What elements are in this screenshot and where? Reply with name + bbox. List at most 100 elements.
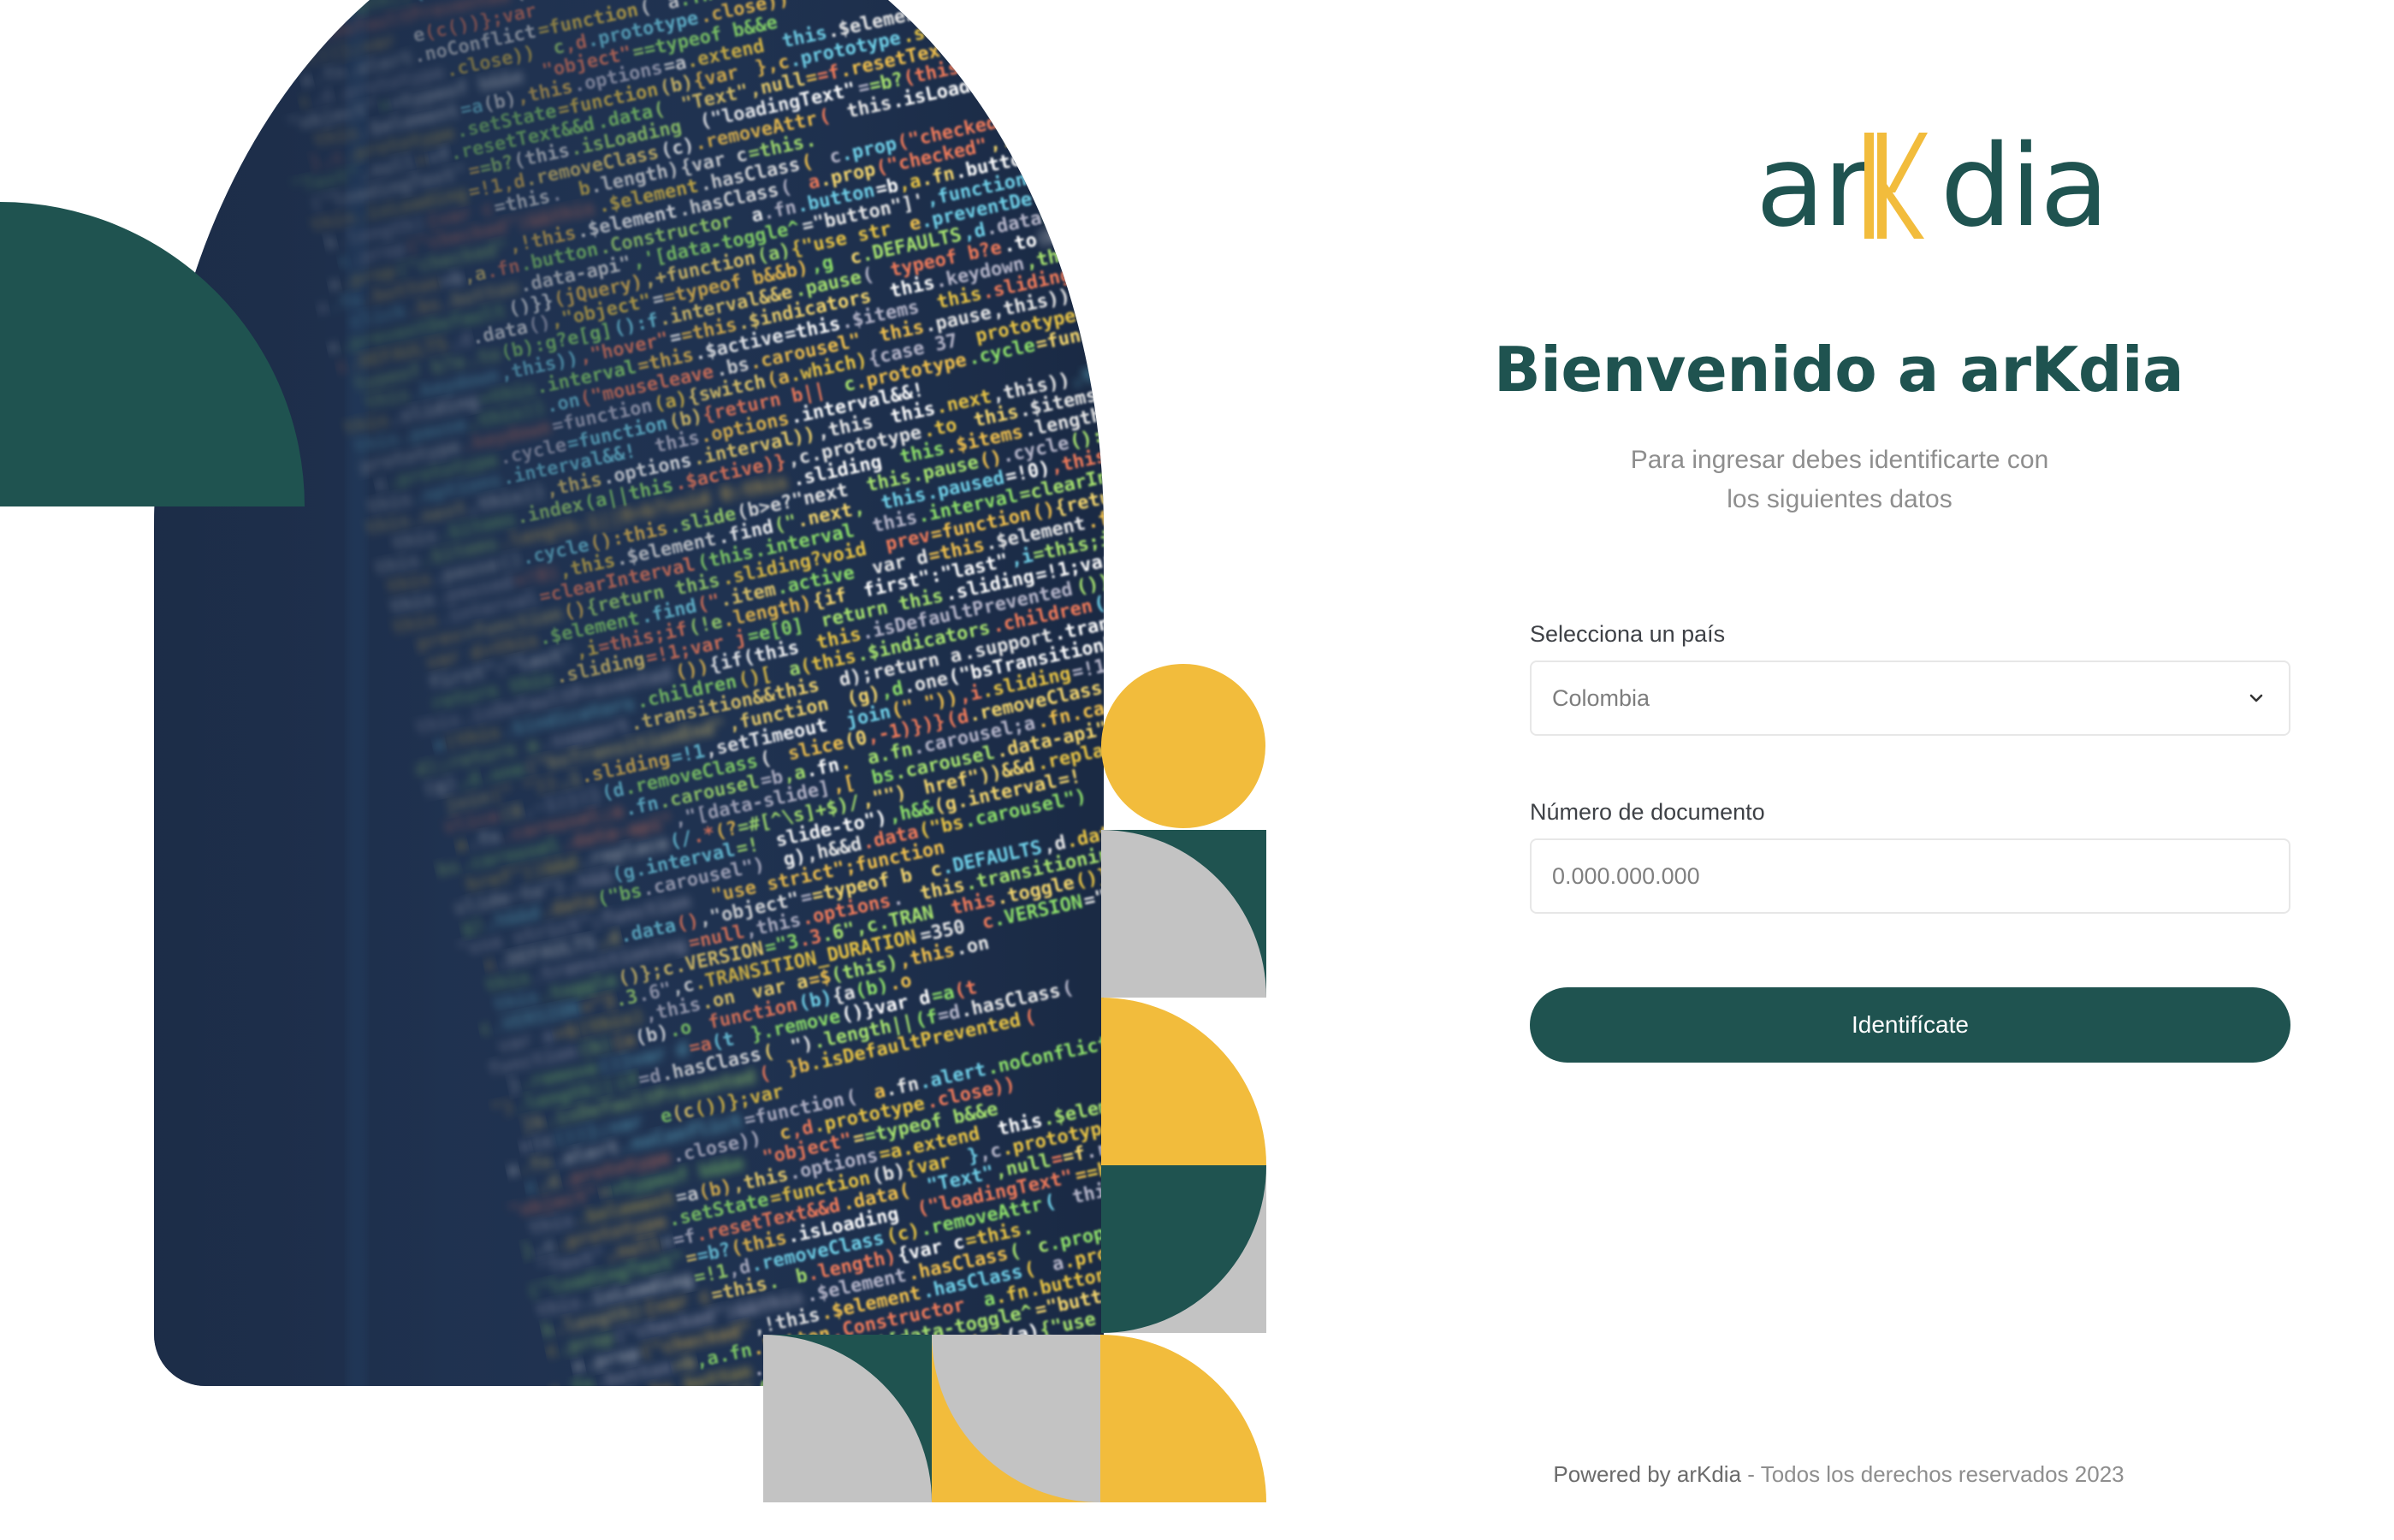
code-fragment: =e[0] xyxy=(1135,532,1195,565)
code-fragment: this xyxy=(578,1513,627,1540)
code-fragment: {return b|| xyxy=(1170,280,1283,327)
code-fragment: .sliding xyxy=(1227,1346,1283,1385)
code-fragment: typeof b?e xyxy=(573,1437,689,1482)
page-title: Bienvenido a arKdia xyxy=(1493,334,2184,406)
code-photo: var a=$(this),this.onvar a=$(this),this.… xyxy=(154,0,1283,1540)
code-fragment: .bs xyxy=(1099,145,1137,174)
code-fragment: .DEFAULTS xyxy=(581,1418,685,1460)
code-fragment: .data-api" xyxy=(1212,105,1283,150)
code-fragment: .Constructor xyxy=(1032,118,1170,168)
code-fragment: .data xyxy=(985,19,1045,51)
code-fragment: .$active)} xyxy=(1254,327,1283,371)
code-fragment: click xyxy=(1043,153,1103,186)
code-fragment: =typeof b&&b) xyxy=(1176,148,1283,199)
code-fragment: (!e xyxy=(1122,519,1159,548)
code-fragment: =this xyxy=(1205,203,1265,235)
code-fragment: prototype xyxy=(605,1517,709,1540)
code-fragment: .hasClass xyxy=(1157,78,1261,120)
code-fragment: {if xyxy=(1108,564,1146,592)
footer-separator: - xyxy=(1741,1461,1761,1487)
hero-illustration: var a=$(this),this.onvar a=$(this),this.… xyxy=(0,0,1283,1540)
code-fragment: .removeAttr xyxy=(1230,0,1283,41)
code-fragment: .$element xyxy=(1055,99,1159,141)
code-fragment: =this xyxy=(1229,218,1283,251)
code-fragment: =function xyxy=(1002,0,1106,27)
code-fragment: c xyxy=(570,1438,585,1461)
code-fragment: .carousel" xyxy=(1272,218,1283,263)
code-fragment: (c) xyxy=(1195,21,1233,49)
code-fragment: .$indicators xyxy=(1261,175,1283,224)
code-fragment: .data xyxy=(705,1401,765,1433)
code-fragment: () xyxy=(1276,1286,1283,1312)
code-fragment: .6" xyxy=(1277,822,1283,850)
code-fragment: (this xyxy=(1176,440,1236,472)
code-fragment: this xyxy=(572,1473,621,1503)
code-fragment: = xyxy=(1193,215,1208,238)
code-fragment: .pause xyxy=(624,1499,695,1534)
footer-powered-by: Powered by arKdia xyxy=(1553,1461,1742,1487)
code-fragment: ,this)) xyxy=(691,1483,773,1520)
code-fragment: .index xyxy=(1096,370,1167,406)
code-fragment: ():f xyxy=(1148,196,1197,226)
code-fragment: } xyxy=(281,0,297,12)
code-fragment: .to xyxy=(686,1430,724,1459)
code-fragment: ( xyxy=(1041,16,1057,39)
code-fragment: click xyxy=(1276,1237,1283,1270)
document-label: Número de documento xyxy=(1530,799,1765,825)
login-panel: arKdia Bienvenido a arKdia Para ingresar… xyxy=(1283,0,2394,1540)
code-fragment: .options xyxy=(1126,338,1219,377)
code-fragment: .button xyxy=(1134,129,1216,167)
code-fragment: (this xyxy=(1142,552,1202,584)
code-fragment: =typeof b xyxy=(1256,770,1283,812)
code-fragment: . xyxy=(1250,664,1265,687)
code-fragment: ("mouseleave xyxy=(1103,250,1241,299)
code-fragment: .length) xyxy=(1155,500,1248,539)
code-fragment: (a) xyxy=(1267,257,1283,285)
code-fragment: .interval&&! xyxy=(730,1525,868,1540)
code-fragment: .preventDefault xyxy=(586,1381,757,1437)
code-fragment: .options xyxy=(1255,1045,1283,1085)
code-fragment: ( xyxy=(1102,675,1117,698)
code-fragment: }b xyxy=(275,30,301,56)
code-fragment: .cycle xyxy=(709,1523,780,1540)
country-label: Selecciona un país xyxy=(1530,621,1726,647)
code-fragment: .interval xyxy=(1232,418,1283,460)
code-fragment: .keydown xyxy=(618,1454,711,1493)
code-fragment: click xyxy=(581,1384,641,1417)
code-fragment: (b):g?e[g] xyxy=(1035,206,1151,251)
code-fragment: .find xyxy=(1207,412,1267,445)
code-fragment: .isLoading xyxy=(957,33,1073,78)
code-fragment: ,"object" xyxy=(1063,181,1167,223)
code-fragment: ()}} xyxy=(1088,167,1137,197)
code-fragment: .Constructor xyxy=(1264,1202,1283,1252)
country-select[interactable]: Colombia xyxy=(1530,660,2290,736)
document-number-input[interactable] xyxy=(1530,838,2290,914)
code-fragment: e xyxy=(270,54,286,77)
logo-k-glyph xyxy=(1864,133,1928,239)
code-fragment: .item xyxy=(1164,484,1224,517)
code-fragment: (" xyxy=(1264,407,1283,433)
code-fragment: (b) xyxy=(950,0,987,16)
code-fragment: .hasClass xyxy=(1189,50,1283,92)
code-fragment: .$element xyxy=(1105,424,1210,466)
code-fragment: (" xyxy=(1141,496,1168,522)
arkdia-logo: arKdia xyxy=(1756,127,2109,246)
footer-rights: Todos los derechos reservados 2023 xyxy=(1760,1461,2124,1487)
code-fragment: ,"hover" xyxy=(1103,217,1196,257)
identify-button[interactable]: Identifícate xyxy=(1530,987,2290,1063)
code-fragment: .keydown xyxy=(706,1498,799,1537)
code-fragment: .sliding xyxy=(634,1472,727,1511)
code-fragment: ,this xyxy=(984,0,1044,9)
code-fragment: .slide xyxy=(1147,401,1218,436)
code-fragment: (b) xyxy=(1104,0,1141,5)
code-fragment: .sliding?void xyxy=(1188,439,1283,490)
code-fragment: =this xyxy=(1070,252,1130,285)
code-fragment: this xyxy=(882,1512,931,1540)
code-fragment: ,d xyxy=(1037,56,1064,82)
code-fragment: .on xyxy=(1070,278,1107,306)
code-fragment: .interval xyxy=(1127,231,1231,273)
code-fragment: .removeClass xyxy=(1059,28,1197,78)
code-fragment: = xyxy=(1164,179,1180,202)
footer: Powered by arKdia - Todos los derechos r… xyxy=(1283,1461,2394,1488)
code-fragment: ,[ xyxy=(1265,679,1283,705)
